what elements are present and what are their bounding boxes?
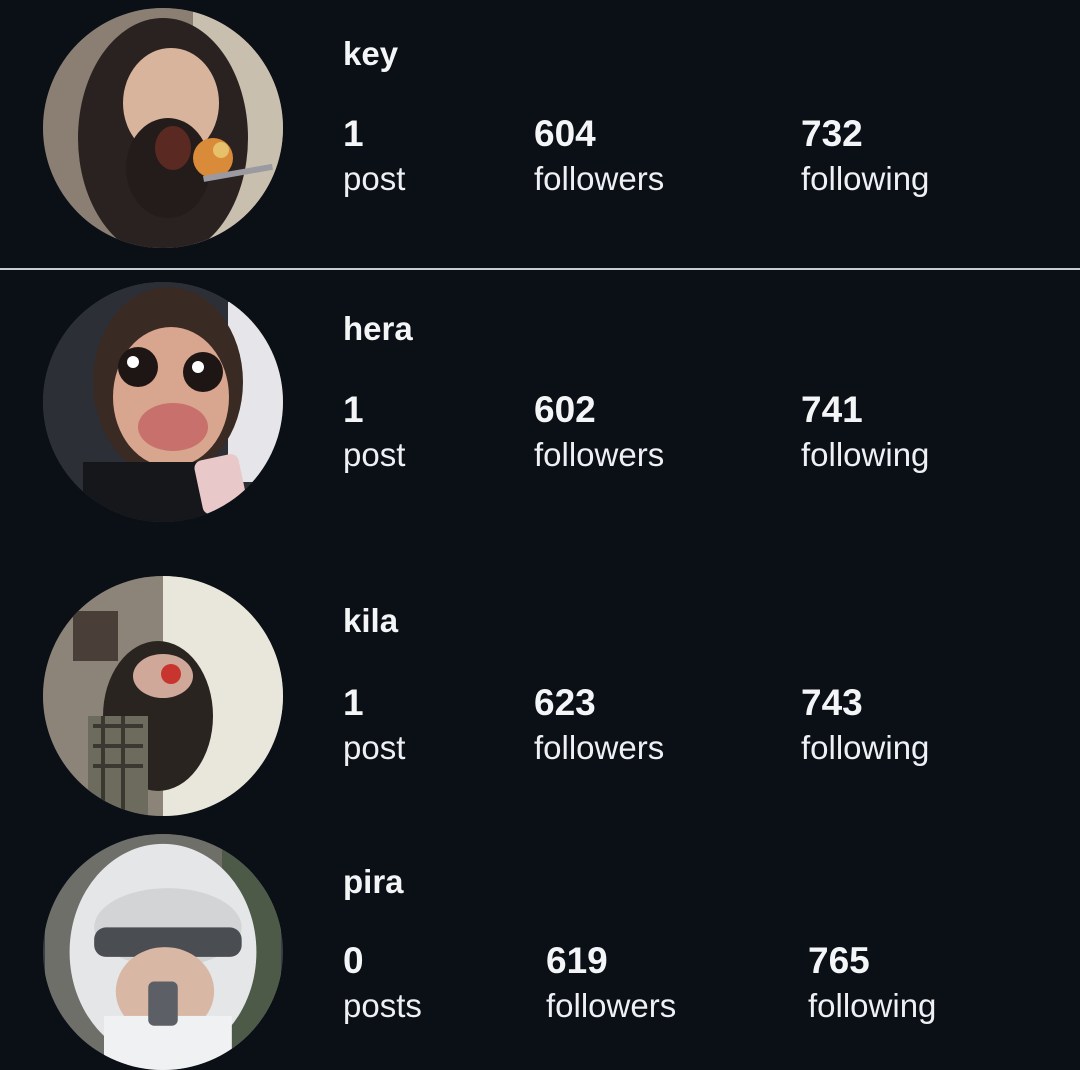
posts-count: 1 <box>343 113 364 154</box>
following-count: 765 <box>808 940 870 981</box>
posts-stat[interactable]: 1 post <box>343 115 405 195</box>
followers-stat[interactable]: 619 followers <box>546 942 676 1022</box>
profile-avatar[interactable] <box>43 8 283 248</box>
posts-label: post <box>343 436 406 473</box>
profile-username[interactable]: key <box>343 37 398 70</box>
following-stat[interactable]: 741 following <box>801 391 929 471</box>
profile-row-hera: hera 1 post 602 followers 741 following <box>0 270 1080 560</box>
followers-label: followers <box>534 436 665 473</box>
posts-label: post <box>343 729 406 766</box>
following-stat[interactable]: 743 following <box>801 684 929 764</box>
following-label: following <box>801 160 930 197</box>
posts-stat[interactable]: 1 post <box>343 684 405 764</box>
avatar-photo <box>43 8 283 248</box>
followers-count: 604 <box>534 113 596 154</box>
avatar-photo <box>45 834 281 1070</box>
followers-label: followers <box>534 729 665 766</box>
followers-count: 623 <box>534 682 596 723</box>
following-count: 743 <box>801 682 863 723</box>
followers-stat[interactable]: 623 followers <box>534 684 664 764</box>
posts-label: posts <box>343 987 422 1024</box>
followers-count: 602 <box>534 389 596 430</box>
profile-username[interactable]: pira <box>343 865 404 898</box>
followers-stat[interactable]: 604 followers <box>534 115 664 195</box>
profile-avatar[interactable] <box>43 576 283 816</box>
posts-count: 1 <box>343 682 364 723</box>
profile-username[interactable]: kila <box>343 604 398 637</box>
following-label: following <box>808 987 937 1024</box>
avatar-photo <box>43 282 283 522</box>
following-count: 732 <box>801 113 863 154</box>
following-label: following <box>801 729 930 766</box>
profile-row-pira: pira 0 posts 619 followers 765 following <box>0 830 1080 1070</box>
posts-count: 1 <box>343 389 364 430</box>
following-count: 741 <box>801 389 863 430</box>
profile-row-key: key 1 post 604 followers 732 following <box>0 0 1080 268</box>
followers-label: followers <box>546 987 677 1024</box>
posts-count: 0 <box>343 940 364 981</box>
following-label: following <box>801 436 930 473</box>
avatar-photo <box>43 576 283 816</box>
posts-label: post <box>343 160 406 197</box>
followers-stat[interactable]: 602 followers <box>534 391 664 471</box>
profile-username[interactable]: hera <box>343 312 413 345</box>
posts-stat[interactable]: 1 post <box>343 391 405 471</box>
profile-avatar[interactable] <box>43 834 283 1070</box>
following-stat[interactable]: 765 following <box>808 942 936 1022</box>
followers-count: 619 <box>546 940 608 981</box>
followers-label: followers <box>534 160 665 197</box>
posts-stat[interactable]: 0 posts <box>343 942 422 1022</box>
profile-row-kila: kila 1 post 623 followers 743 following <box>0 560 1080 830</box>
following-stat[interactable]: 732 following <box>801 115 929 195</box>
profile-avatar[interactable] <box>43 282 283 522</box>
